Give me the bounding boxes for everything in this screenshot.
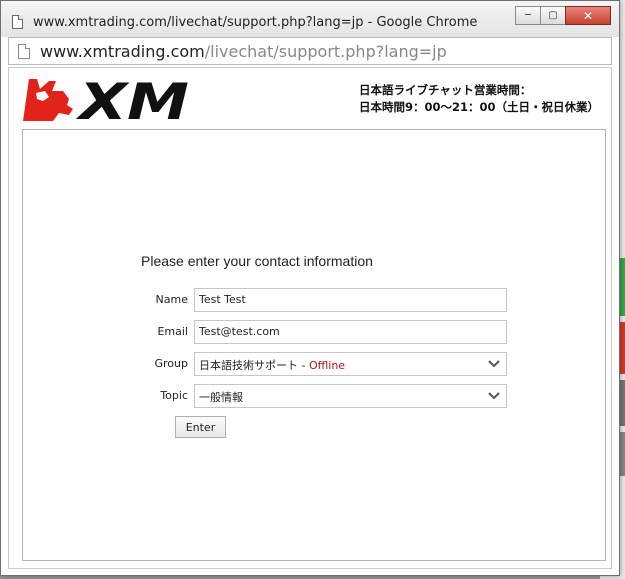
hours-line-1: 日本語ライブチャット営業時間： xyxy=(358,83,532,97)
window-titlebar[interactable]: www.xmtrading.com/livechat/support.php?l… xyxy=(1,1,619,37)
url-text[interactable]: www.xmtrading.com/livechat/support.php?l… xyxy=(40,42,447,61)
form-title: Please enter your contact information xyxy=(141,253,373,269)
enter-button[interactable]: Enter xyxy=(175,416,226,438)
email-input[interactable]: Test@test.com xyxy=(194,320,507,344)
window-title: www.xmtrading.com/livechat/support.php?l… xyxy=(33,15,478,30)
livechat-page: XM 日本語ライブチャット営業時間： 日本時間9：00〜21：00（土日・祝日休… xyxy=(8,67,612,569)
page-header: XM 日本語ライブチャット営業時間： 日本時間9：00〜21：00（土日・祝日休… xyxy=(9,68,611,128)
chevron-down-icon xyxy=(488,392,500,400)
topic-value: 一般情報 xyxy=(199,391,243,404)
page-icon xyxy=(12,15,23,29)
support-hours: 日本語ライブチャット営業時間： 日本時間9：00〜21：00（土日・祝日休業） xyxy=(359,82,599,116)
url-path: /livechat/support.php?lang=jp xyxy=(204,42,447,61)
bull-emblem-icon xyxy=(23,79,73,121)
xm-logo: XM xyxy=(23,77,189,123)
window-controls: ─ ▢ ✕ xyxy=(515,6,611,25)
logo-text: XM xyxy=(75,77,189,123)
topic-select[interactable]: 一般情報 xyxy=(194,384,507,408)
close-button[interactable]: ✕ xyxy=(565,6,611,25)
page-icon xyxy=(18,44,30,59)
name-input[interactable]: Test Test xyxy=(194,288,507,312)
url-host: www.xmtrading.com xyxy=(40,42,205,61)
hours-line-2: 日本時間9：00〜21：00（土日・祝日休業） xyxy=(358,100,599,114)
topic-label: Topic xyxy=(160,389,188,402)
group-value: 日本語技術サポート - xyxy=(199,359,309,372)
group-select[interactable]: 日本語技術サポート - Offline xyxy=(194,352,507,376)
email-row: Email Test@test.com xyxy=(93,320,513,344)
group-status: Offline xyxy=(308,359,346,372)
chrome-popup-window: www.xmtrading.com/livechat/support.php?l… xyxy=(0,0,620,576)
minimize-button[interactable]: ─ xyxy=(515,6,541,25)
topic-row: Topic 一般情報 xyxy=(93,384,513,408)
chat-form-panel: Please enter your contact information Na… xyxy=(22,129,606,561)
name-label: Name xyxy=(155,293,188,306)
address-bar[interactable]: www.xmtrading.com/livechat/support.php?l… xyxy=(8,37,612,65)
group-row: Group 日本語技術サポート - Offline xyxy=(93,352,513,376)
chevron-down-icon xyxy=(488,360,500,368)
group-label: Group xyxy=(154,357,189,370)
maximize-button[interactable]: ▢ xyxy=(540,6,566,25)
name-row: Name Test Test xyxy=(93,288,513,312)
email-label: Email xyxy=(157,325,188,338)
